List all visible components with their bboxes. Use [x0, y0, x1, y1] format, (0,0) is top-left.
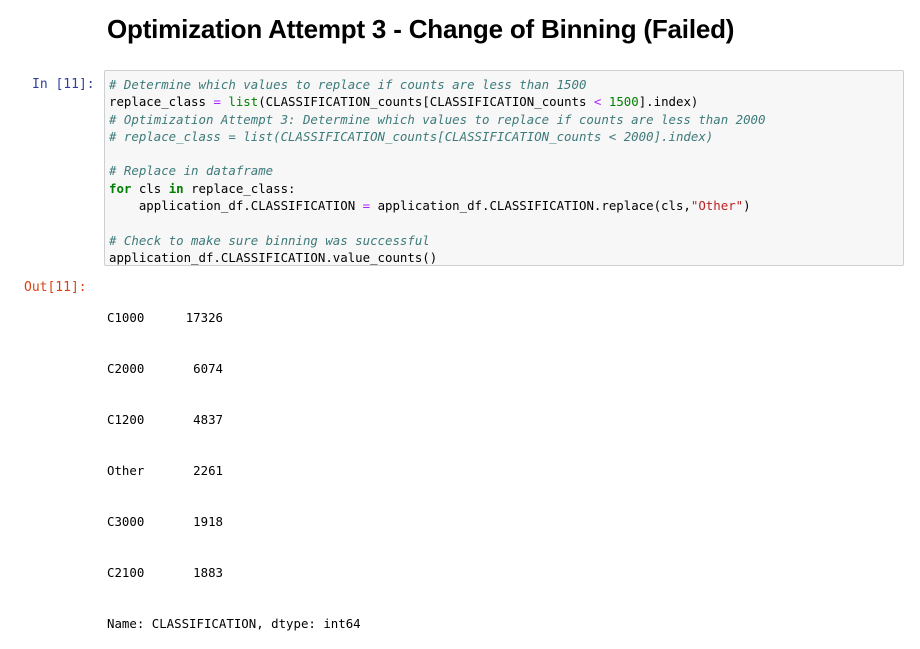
code-comment: # replace_class = list(CLASSIFICATION_co… — [109, 128, 714, 144]
output-value: 1883 — [193, 565, 223, 580]
output-prompt: Out[11]: — [24, 280, 87, 295]
code-number: 1500 — [608, 94, 639, 110]
code-line-4: # replace_class = list(CLASSIFICATION_co… — [109, 128, 765, 145]
code-text: application_df.CLASSIFICATION — [109, 198, 363, 214]
code-line-3: # Optimization Attempt 3: Determine whic… — [109, 111, 765, 128]
code-comment: # Check to make sure binning was success… — [109, 232, 430, 248]
code-comment: # Replace in dataframe — [109, 163, 274, 179]
code-line-6: # Replace in dataframe — [109, 162, 765, 179]
code-line-10: # Check to make sure binning was success… — [109, 232, 765, 249]
code-text: ].index) — [638, 94, 699, 110]
code-text: (CLASSIFICATION_counts[CLASSIFICATION_co… — [258, 94, 594, 110]
output-value: 4837 — [193, 412, 223, 427]
code-editor[interactable]: # Determine which values to replace if c… — [109, 76, 765, 266]
output-label: C2100 — [107, 565, 145, 580]
output-row: C1200 4837 — [107, 411, 361, 428]
output-row: C2000 6074 — [107, 360, 361, 377]
code-keyword: for — [109, 180, 132, 196]
output-label: C1200 — [107, 412, 145, 427]
output-label: C1000 — [107, 310, 145, 325]
output-footer: Name: CLASSIFICATION, dtype: int64 — [107, 616, 361, 631]
code-text: cls — [131, 180, 169, 196]
code-string: "Other" — [690, 198, 744, 214]
code-line-11: application_df.CLASSIFICATION.value_coun… — [109, 249, 765, 266]
output-label: Other — [107, 463, 145, 478]
code-text: replace_class — [109, 94, 214, 110]
code-operator: = — [213, 94, 221, 110]
output-row: C2100 1883 — [107, 564, 361, 581]
output-row: C1000 17326 — [107, 309, 361, 326]
output-value: 2261 — [193, 463, 223, 478]
code-keyword: in — [168, 180, 184, 196]
code-text: application_df.CLASSIFICATION.value_coun… — [109, 249, 438, 265]
code-input-cell[interactable]: # Determine which values to replace if c… — [104, 70, 904, 266]
output-row: C3000 1918 — [107, 513, 361, 530]
code-text: application_df.CLASSIFICATION.replace(cl… — [370, 198, 691, 214]
output-label: C3000 — [107, 514, 145, 529]
code-comment: # Optimization Attempt 3: Determine whic… — [109, 111, 766, 127]
code-line-8: application_df.CLASSIFICATION = applicat… — [109, 197, 765, 214]
section-heading: Optimization Attempt 3 - Change of Binni… — [107, 14, 735, 44]
input-prompt: In [11]: — [32, 77, 95, 92]
code-text: replace_class: — [183, 180, 296, 196]
code-line-2: replace_class = list(CLASSIFICATION_coun… — [109, 93, 765, 110]
output-value: 6074 — [193, 361, 223, 376]
code-line-1: # Determine which values to replace if c… — [109, 76, 765, 93]
output-row: Other 2261 — [107, 462, 361, 479]
code-comment: # Determine which values to replace if c… — [109, 77, 587, 92]
cell-output: C1000 17326 C2000 6074 C1200 4837 Other 2261… — [107, 275, 361, 649]
code-operator: = — [362, 198, 371, 214]
output-label: C2000 — [107, 361, 145, 376]
code-text: ) — [743, 198, 751, 214]
code-builtin: list — [228, 94, 259, 110]
code-line-7: for cls in replace_class: — [109, 180, 765, 197]
output-value: 17326 — [185, 310, 223, 325]
output-value: 1918 — [193, 514, 223, 529]
